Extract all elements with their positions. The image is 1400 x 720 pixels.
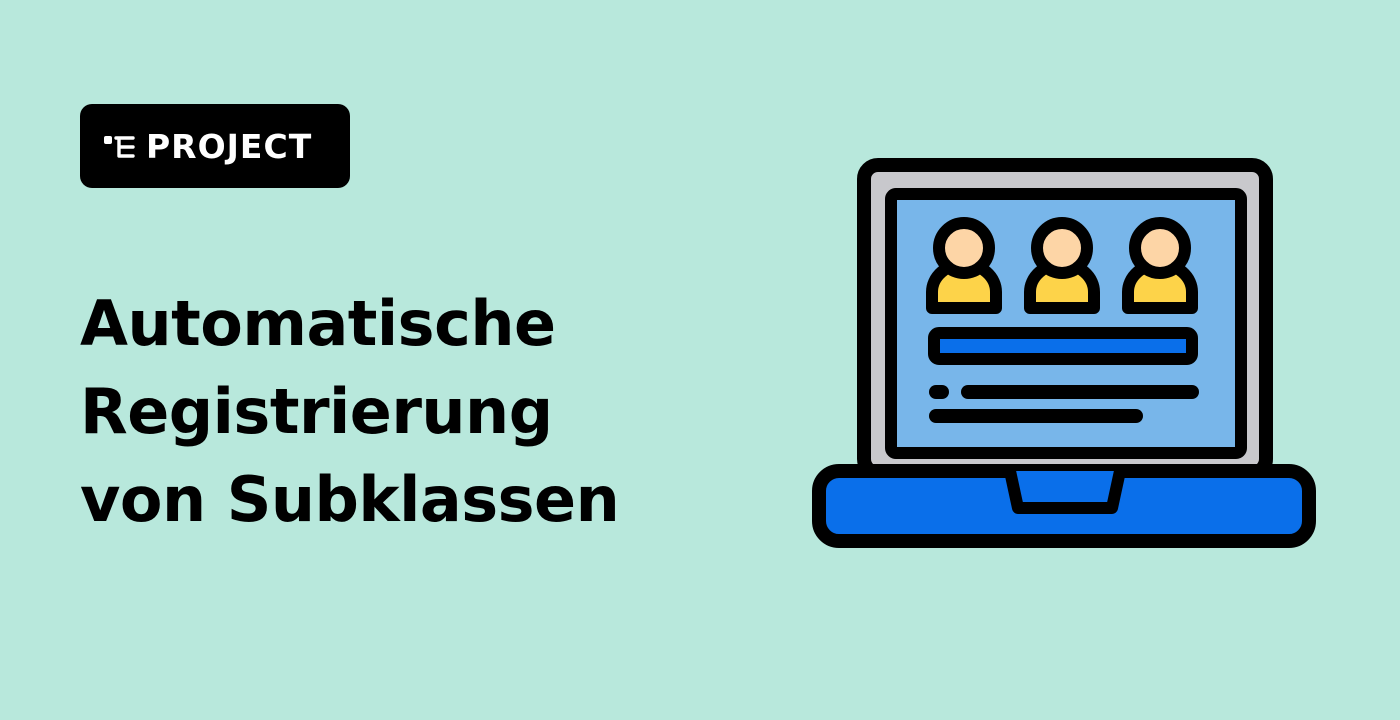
page-title: Automatische Registrierung von Subklasse…	[80, 280, 720, 544]
title-line-2: Registrierung	[80, 375, 553, 448]
user-icon	[1024, 217, 1100, 314]
banner: PROJECT Automatische Registrierung von S…	[0, 0, 1400, 720]
form-field-shape	[928, 327, 1198, 365]
project-badge: PROJECT	[80, 104, 350, 188]
user-icon	[1122, 217, 1198, 314]
title-line-3: von Subklassen	[80, 463, 620, 536]
hierarchy-icon	[104, 136, 135, 158]
laptop-users-icon	[812, 158, 1316, 548]
title-line-1: Automatische	[80, 287, 556, 360]
laptop-notch	[1004, 469, 1126, 514]
user-icon	[926, 217, 1002, 314]
badge-label: PROJECT	[146, 126, 313, 166]
